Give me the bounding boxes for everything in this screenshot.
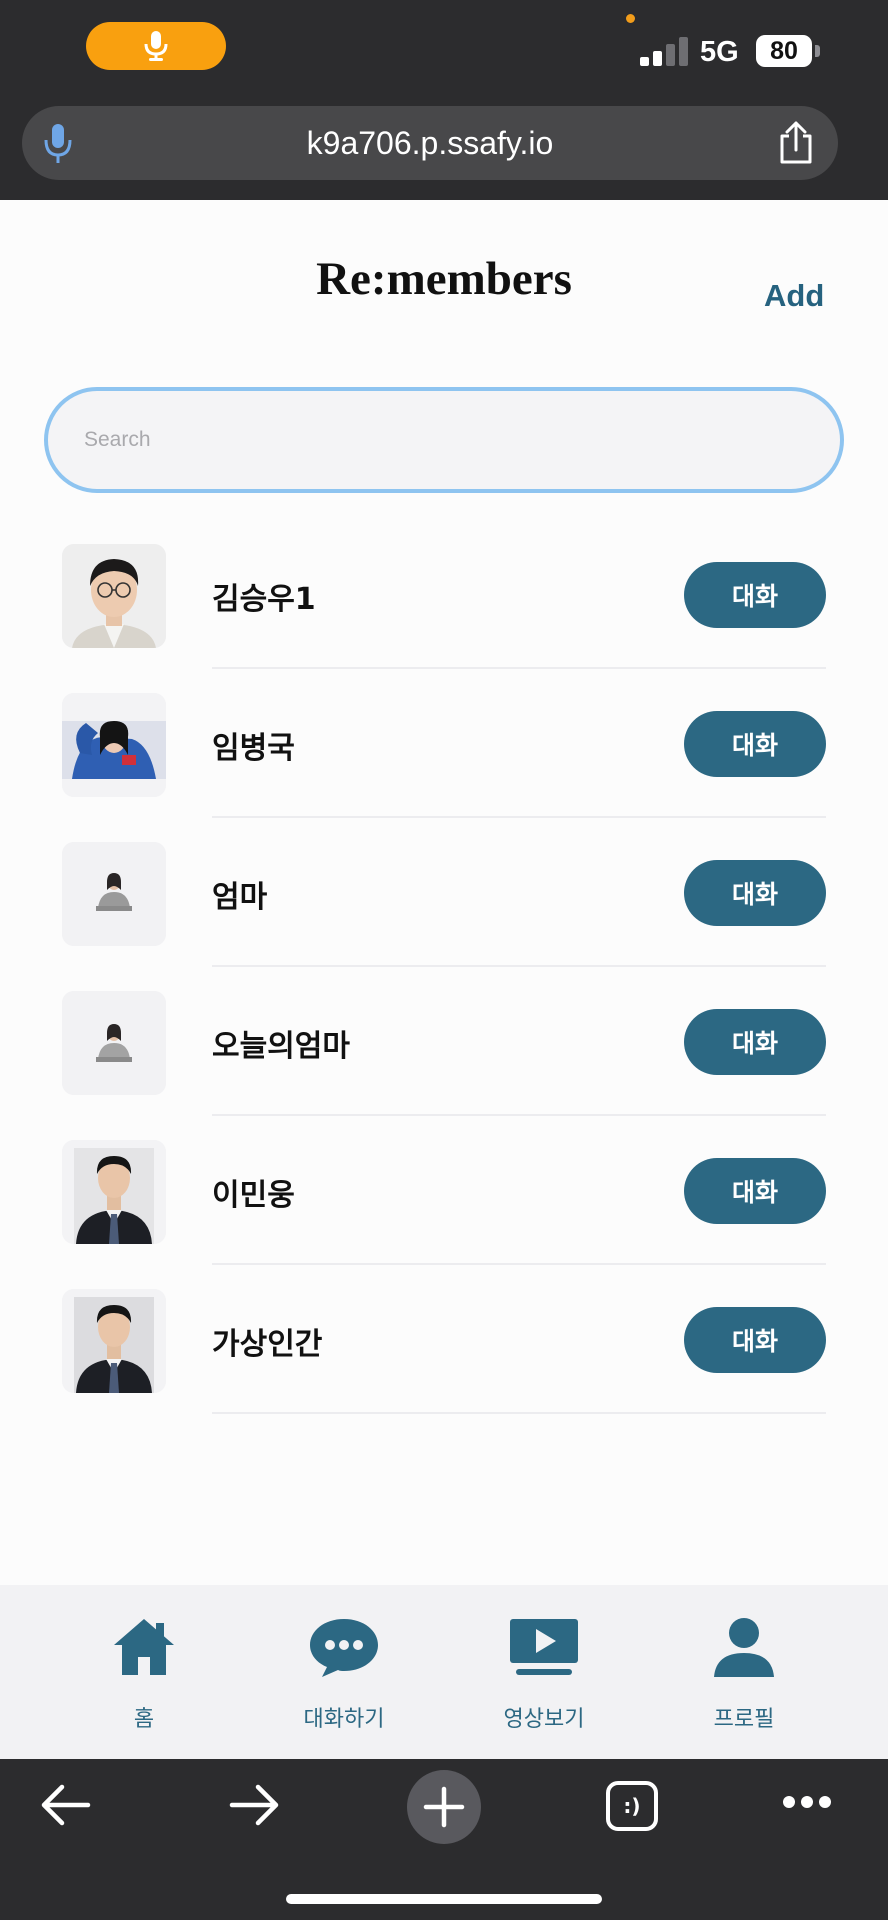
chat-button[interactable]: 대화 bbox=[684, 1009, 826, 1075]
list-item: 오늘의엄마 대화 bbox=[0, 967, 888, 1116]
tabs-button[interactable]: :) bbox=[606, 1781, 658, 1831]
tab-video[interactable]: 영상보기 bbox=[444, 1585, 644, 1759]
signal-strength-icon bbox=[640, 36, 688, 66]
member-name: 이민웅 bbox=[212, 1178, 295, 1213]
home-icon bbox=[114, 1619, 174, 1675]
list-item: 임병국 대화 bbox=[0, 669, 888, 818]
chat-button[interactable]: 대화 bbox=[684, 860, 826, 926]
back-arrow-icon[interactable] bbox=[40, 1783, 92, 1827]
list-item: 김승우1 대화 bbox=[0, 520, 888, 669]
address-bar[interactable]: k9a706.p.ssafy.io bbox=[22, 106, 838, 180]
network-type: 5G bbox=[700, 36, 739, 68]
list-item: 가상인간 대화 bbox=[0, 1265, 888, 1414]
microphone-icon bbox=[144, 31, 168, 61]
chat-button[interactable]: 대화 bbox=[684, 1158, 826, 1224]
member-name: 임병국 bbox=[212, 731, 295, 766]
member-name: 가상인간 bbox=[212, 1327, 323, 1362]
add-member-button[interactable]: Add bbox=[764, 278, 824, 314]
tab-chat[interactable]: 대화하기 bbox=[244, 1585, 444, 1759]
recording-indicator[interactable] bbox=[86, 22, 226, 70]
page-title: Re:members bbox=[316, 253, 572, 305]
profile-icon bbox=[714, 1618, 774, 1677]
share-icon[interactable] bbox=[776, 120, 816, 166]
avatar[interactable] bbox=[62, 842, 166, 946]
tab-label: 프로필 bbox=[713, 1707, 775, 1732]
privacy-dot bbox=[626, 14, 635, 23]
member-name: 김승우1 bbox=[212, 582, 316, 617]
tab-label: 홈 bbox=[133, 1707, 155, 1732]
list-item: 이민웅 대화 bbox=[0, 1116, 888, 1265]
avatar[interactable] bbox=[62, 544, 166, 648]
forward-arrow-icon[interactable] bbox=[228, 1783, 280, 1827]
browser-top-chrome: 5G 80 k9a706.p.ssafy.io bbox=[0, 0, 888, 200]
avatar[interactable] bbox=[62, 1140, 166, 1244]
url-text: k9a706.p.ssafy.io bbox=[306, 125, 554, 161]
avatar[interactable] bbox=[62, 1289, 166, 1393]
chat-button[interactable]: 대화 bbox=[684, 1307, 826, 1373]
tab-label: 대화하기 bbox=[303, 1707, 385, 1732]
divider bbox=[212, 1412, 826, 1414]
member-name: 엄마 bbox=[212, 880, 268, 915]
avatar[interactable] bbox=[62, 991, 166, 1095]
chat-icon bbox=[310, 1619, 378, 1677]
bottom-navigation: 홈 대화하기 영상보기 프로필 bbox=[0, 1585, 888, 1759]
video-icon bbox=[510, 1619, 578, 1675]
list-item: 엄마 대화 bbox=[0, 818, 888, 967]
chat-button[interactable]: 대화 bbox=[684, 562, 826, 628]
chat-button[interactable]: 대화 bbox=[684, 711, 826, 777]
avatar[interactable] bbox=[62, 693, 166, 797]
tab-label: 영상보기 bbox=[503, 1707, 585, 1732]
more-icon[interactable] bbox=[782, 1795, 832, 1809]
tab-home[interactable]: 홈 bbox=[44, 1585, 244, 1759]
battery-tip bbox=[815, 45, 820, 57]
member-name: 오늘의엄마 bbox=[212, 1029, 350, 1064]
home-indicator bbox=[286, 1894, 602, 1904]
tab-profile[interactable]: 프로필 bbox=[644, 1585, 844, 1759]
battery-level: 80 bbox=[756, 35, 812, 67]
new-tab-icon[interactable] bbox=[406, 1769, 482, 1845]
member-list: 김승우1 대화 임병국 대화 엄마 대화 오늘의엄마 대화 이민웅 대화 가상인… bbox=[0, 520, 888, 1414]
search-input[interactable] bbox=[44, 387, 844, 493]
